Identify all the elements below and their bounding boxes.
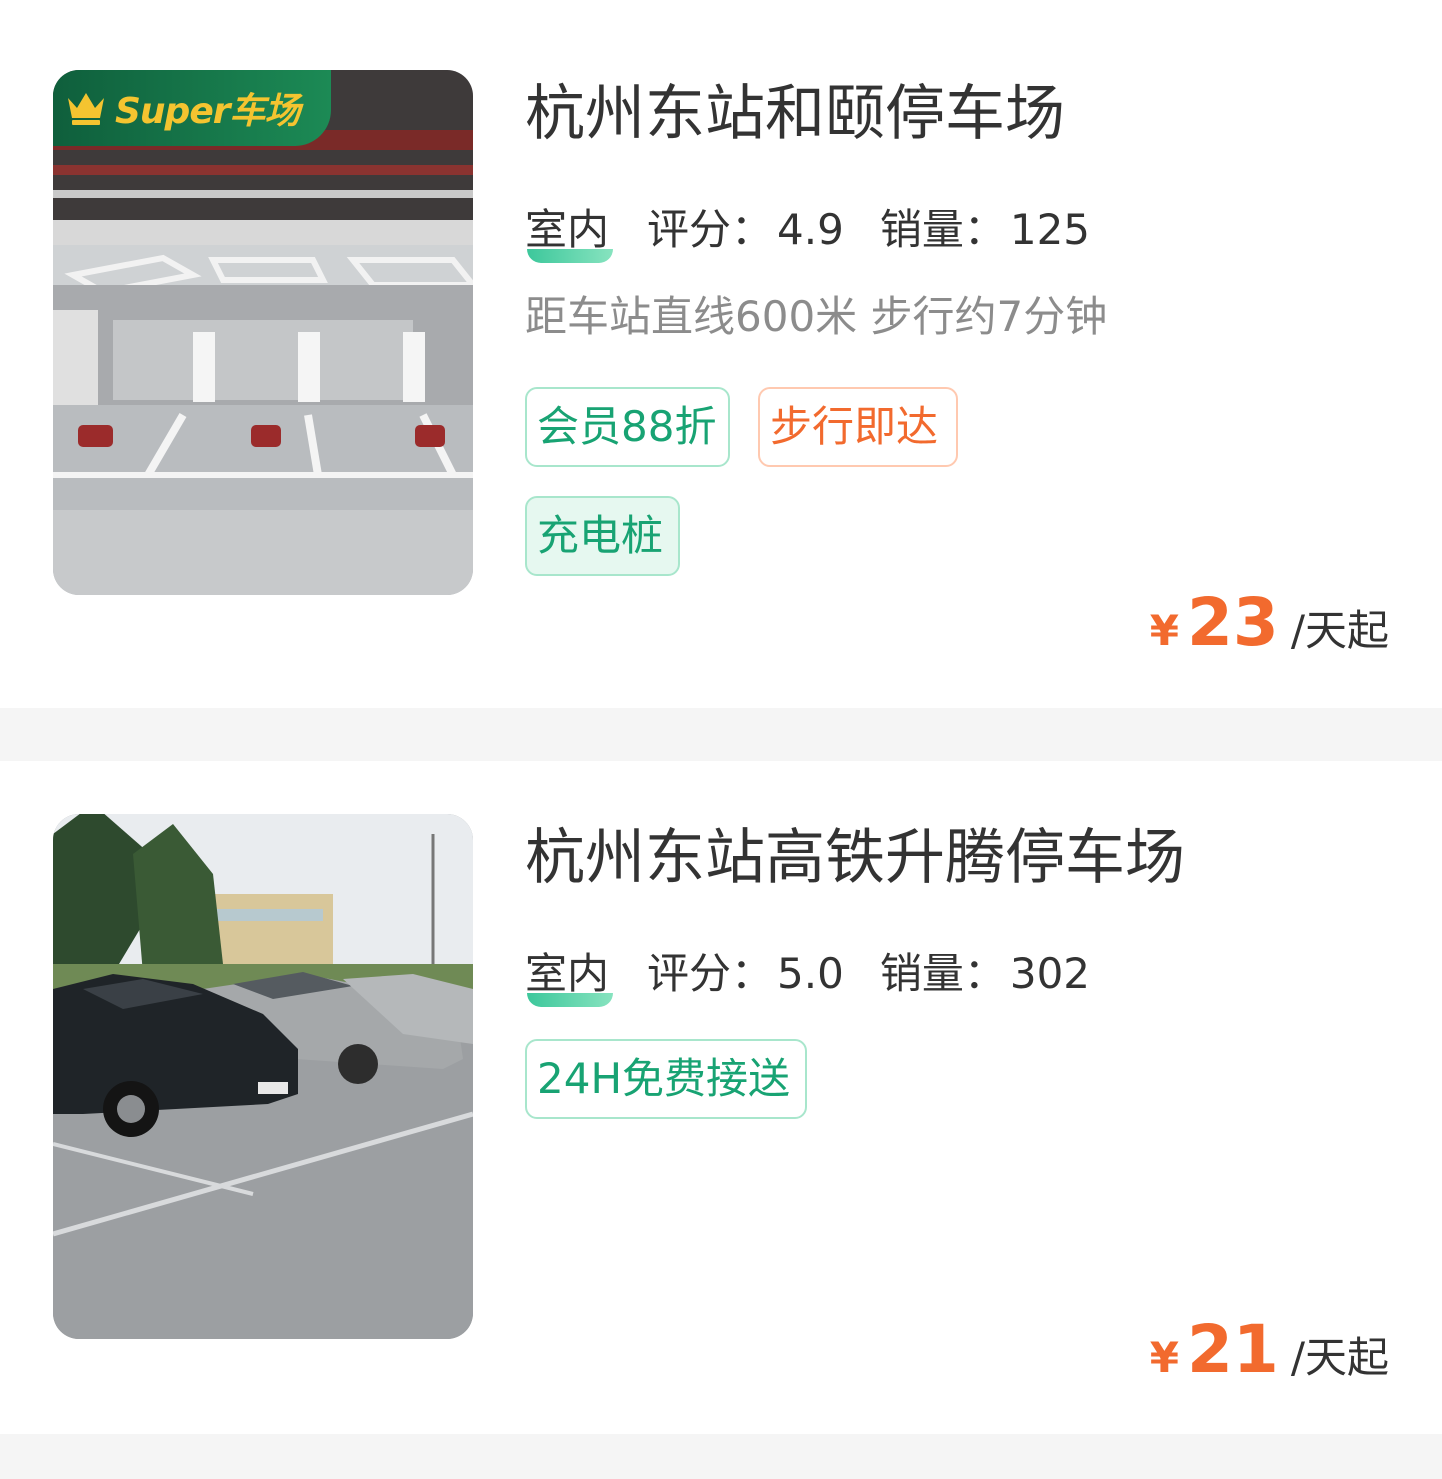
parking-lot-title[interactable]: 杭州东站和颐停车场 [525,84,1065,144]
price-unit: /天起 [1290,606,1389,655]
super-parking-badge: Super车场 [53,70,331,146]
lot-type-text: 室内 [525,949,610,998]
parking-listing-card[interactable]: 杭州东站高铁升腾停车场 室内 评分： 5.0 销量： 302 24H免费接送 ¥ 2… [0,761,1442,1434]
sales-value: 125 [1009,205,1091,254]
super-badge-label: Super车场 [115,91,300,132]
outdoor-lot-image [53,814,473,1339]
parking-photo-indoor[interactable]: Super车场 [53,70,473,595]
parking-listing-card[interactable]: Super车场 杭州东站和颐停车场 室内 评分： 4.9 销量： 125 距车站直线… [0,0,1442,708]
parking-lot-title[interactable]: 杭州东站高铁升腾停车场 [525,828,1185,888]
price-amount: 23 [1186,584,1279,661]
lot-type-label: 室内 [525,209,614,263]
indoor-garage-image [53,70,473,595]
price-currency: ¥ [1149,606,1179,655]
price-unit: /天起 [1290,1333,1389,1382]
rating-label: 评分： [647,205,774,254]
price-currency: ¥ [1149,1333,1179,1382]
sales-label: 销量： [879,949,1006,998]
crown-icon [68,93,104,125]
parking-meta-row: 室内 评分： 4.9 销量： 125 [525,205,1091,263]
rating-value: 4.9 [777,205,844,254]
rating-value: 5.0 [777,949,844,998]
tag-walk-access: 步行即达 [758,387,958,467]
price-amount: 21 [1186,1311,1279,1388]
price-block: ¥ 23 /天起 [1150,584,1389,661]
tag-free-shuttle: 24H免费接送 [525,1039,807,1119]
distance-text: 距车站直线600米 步行约7分钟 [525,292,1108,341]
parking-photo-outdoor[interactable] [53,814,473,1339]
tag-charging-pile: 充电桩 [525,496,680,576]
parking-meta-row: 室内 评分： 5.0 销量： 302 [525,949,1091,1007]
price-block: ¥ 21 /天起 [1150,1311,1389,1388]
sales-label: 销量： [879,205,1006,254]
lot-type-label: 室内 [525,953,614,1007]
tag-member-discount: 会员88折 [525,387,730,467]
rating-label: 评分： [647,949,774,998]
sales-value: 302 [1009,949,1091,998]
lot-type-text: 室内 [525,205,610,254]
